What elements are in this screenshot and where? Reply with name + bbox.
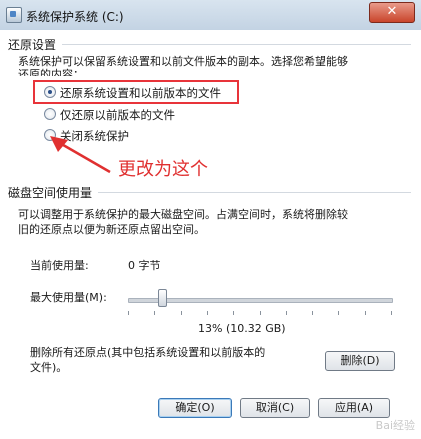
radio-restore-files-only[interactable] xyxy=(44,108,56,120)
max-usage-label: 最大使用量(M): xyxy=(30,291,107,304)
current-usage-value: 0 字节 xyxy=(128,259,161,272)
restore-settings-title: 还原设置 xyxy=(8,38,57,52)
slider-tick xyxy=(259,311,261,315)
delete-description-1: 删除所有还原点(其中包括系统设置和以前版本的 xyxy=(30,346,266,359)
max-usage-slider-track[interactable] xyxy=(128,298,393,303)
delete-restore-points-button[interactable]: 删除(D) xyxy=(325,351,395,371)
watermark-text: Bai经验 xyxy=(375,419,415,432)
slider-tick xyxy=(128,311,129,315)
restore-settings-divider xyxy=(62,44,411,45)
restore-settings-description-1: 系统保护可以保留系统设置和以前文件版本的副本。选择您希望能够 xyxy=(18,55,348,68)
slider-tick xyxy=(312,311,314,315)
slider-tick xyxy=(206,311,208,315)
disk-space-description-2: 旧的还原点以便为新还原点留出空间。 xyxy=(18,223,205,236)
window-title: 系统保护系统 (C:) xyxy=(26,10,124,24)
system-protection-icon xyxy=(6,7,22,23)
delete-description-2: 文件)。 xyxy=(30,361,68,374)
max-usage-readout: 13% (10.32 GB) xyxy=(198,322,286,335)
radio-restore-system-and-files-label[interactable]: 还原系统设置和以前版本的文件 xyxy=(60,85,221,101)
slider-tick xyxy=(180,311,182,315)
window-titlebar: 系统保护系统 (C:) ✕ xyxy=(0,0,421,31)
slider-tick xyxy=(338,311,340,315)
apply-button[interactable]: 应用(A) xyxy=(318,398,390,418)
slider-tick xyxy=(391,311,392,315)
dialog-content: 还原设置 系统保护可以保留系统设置和以前文件版本的副本。选择您希望能够 还原的内… xyxy=(0,30,421,439)
max-usage-slider-thumb[interactable] xyxy=(157,289,167,307)
cancel-button[interactable]: 取消(C) xyxy=(240,398,310,418)
disk-space-divider xyxy=(98,192,411,193)
disk-space-title: 磁盘空间使用量 xyxy=(8,186,93,200)
radio-restore-system-and-files[interactable] xyxy=(44,86,56,98)
slider-tick xyxy=(233,311,235,315)
close-button[interactable]: ✕ xyxy=(369,2,415,23)
radio-restore-files-only-label[interactable]: 仅还原以前版本的文件 xyxy=(60,107,175,123)
slider-tick xyxy=(154,311,156,315)
current-usage-label: 当前使用量: xyxy=(30,259,89,272)
disk-space-description-1: 可以调整用于系统保护的最大磁盘空间。占满空间时，系统将删除较 xyxy=(18,208,348,221)
slider-tick xyxy=(285,311,287,315)
ok-button[interactable]: 确定(O) xyxy=(158,398,232,418)
slider-tick xyxy=(364,311,366,315)
annotation-text: 更改为这个 xyxy=(118,159,208,180)
